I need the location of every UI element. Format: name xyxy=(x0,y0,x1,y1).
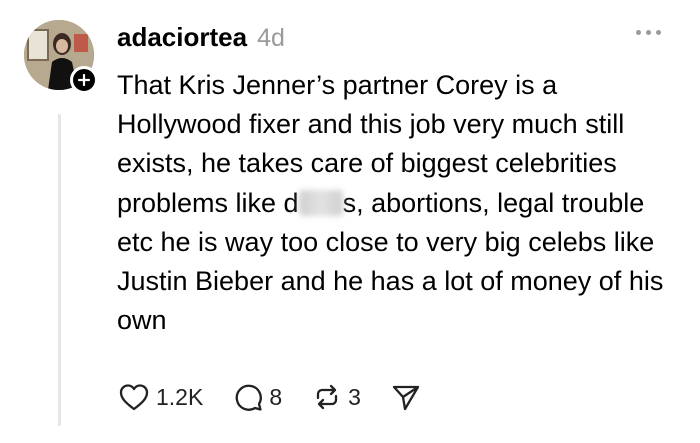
share-button[interactable] xyxy=(391,382,421,412)
comment-button[interactable]: 8 xyxy=(233,382,282,412)
speech-bubble-icon xyxy=(235,384,263,411)
like-button[interactable]: 1.2K xyxy=(118,382,203,412)
post-header: adaciortea 4d xyxy=(117,22,285,53)
thread-line xyxy=(58,114,61,426)
post-text: That Kris Jenner’s partner Corey is a Ho… xyxy=(117,66,687,340)
comment-count: 8 xyxy=(269,383,283,410)
heart-icon xyxy=(119,384,149,411)
redacted-word xyxy=(298,189,343,216)
username[interactable]: adaciortea xyxy=(117,22,247,53)
send-icon xyxy=(392,385,420,411)
repost-arrows-icon xyxy=(316,384,338,410)
more-dots-icon[interactable] xyxy=(636,30,661,35)
repost-count: 3 xyxy=(348,383,361,410)
repost-button[interactable]: 3 xyxy=(312,382,361,412)
timestamp: 4d xyxy=(257,24,285,52)
follow-plus-icon[interactable] xyxy=(70,66,98,94)
action-bar: 1.2K 8 3 xyxy=(118,382,451,412)
like-count: 1.2K xyxy=(156,383,204,410)
